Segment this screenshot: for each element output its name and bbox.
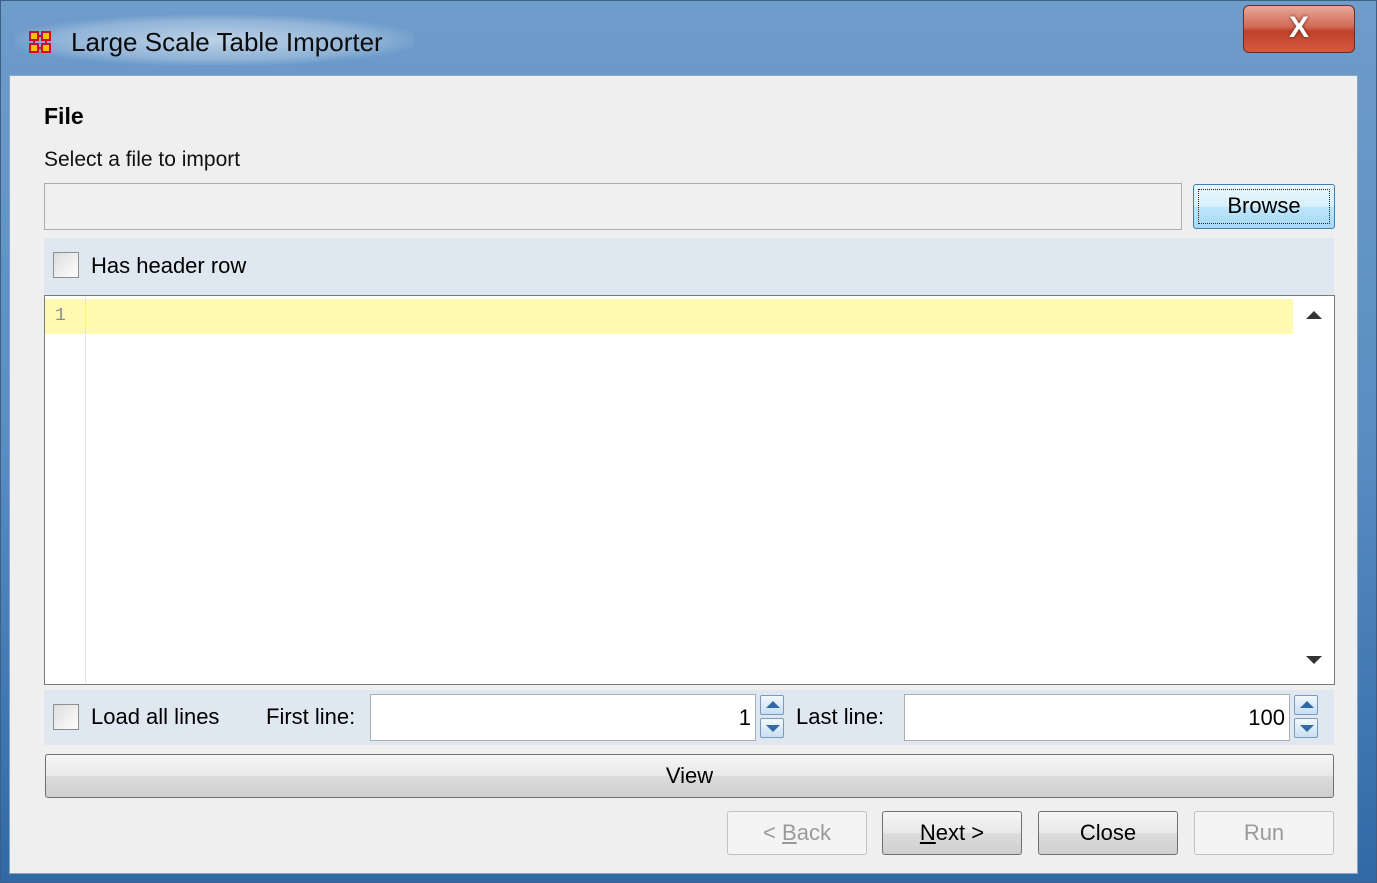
line-number: 1 (55, 306, 66, 326)
file-path-field[interactable] (44, 183, 1182, 230)
line-range-band: Load all lines First line: 1 Last line: … (44, 690, 1334, 745)
close-button[interactable]: Close (1038, 811, 1178, 855)
load-all-label: Load all lines (91, 704, 220, 729)
spin-down-icon[interactable] (1294, 718, 1318, 738)
spin-up-icon[interactable] (760, 695, 784, 715)
arrow-up-icon[interactable] (1306, 311, 1322, 319)
first-line-spinner[interactable] (760, 695, 786, 739)
file-prompt: Select a file to import (44, 148, 241, 171)
spin-down-icon[interactable] (760, 718, 784, 738)
first-line-input[interactable]: 1 (370, 694, 756, 741)
close-icon[interactable]: X (1243, 5, 1355, 53)
back-button[interactable]: < Back (727, 811, 867, 855)
back-mnemonic: B (782, 820, 797, 845)
first-line-label: First line: (266, 704, 356, 729)
header-row-checkbox[interactable] (53, 252, 79, 278)
title-bar[interactable]: Large Scale Table Importer X (1, 1, 1376, 75)
header-row-band: Has header row (44, 238, 1334, 296)
arrow-down-icon[interactable] (1306, 656, 1322, 664)
next-rest: ext > (935, 820, 985, 845)
last-line-input[interactable]: 100 (904, 694, 1290, 741)
line-number-gutter (45, 296, 86, 684)
run-button[interactable]: Run (1194, 811, 1334, 855)
dialog-body: File Select a file to import Browse Has … (9, 75, 1358, 874)
back-prefix: < (763, 820, 783, 845)
focus-ring (1198, 189, 1330, 224)
vertical-scrollbar[interactable] (1294, 296, 1334, 684)
window-title: Large Scale Table Importer (71, 27, 383, 57)
last-line-spinner[interactable] (1294, 695, 1320, 739)
header-row-label: Has header row (91, 253, 247, 278)
spin-up-icon[interactable] (1294, 695, 1318, 715)
section-heading: File (44, 103, 84, 129)
network-grid-icon (29, 31, 51, 53)
next-button[interactable]: Next > (882, 811, 1022, 855)
view-button[interactable]: View (45, 754, 1334, 798)
back-rest: ack (796, 820, 831, 845)
current-line-highlight (86, 299, 1293, 334)
browse-button[interactable]: Browse (1193, 184, 1335, 229)
importer-window: Large Scale Table Importer X File Select… (0, 0, 1377, 883)
text-preview-editor[interactable]: 1 (44, 295, 1335, 685)
last-line-label: Last line: (796, 704, 885, 729)
load-all-checkbox[interactable] (53, 704, 79, 730)
next-mnemonic: N (919, 820, 936, 845)
